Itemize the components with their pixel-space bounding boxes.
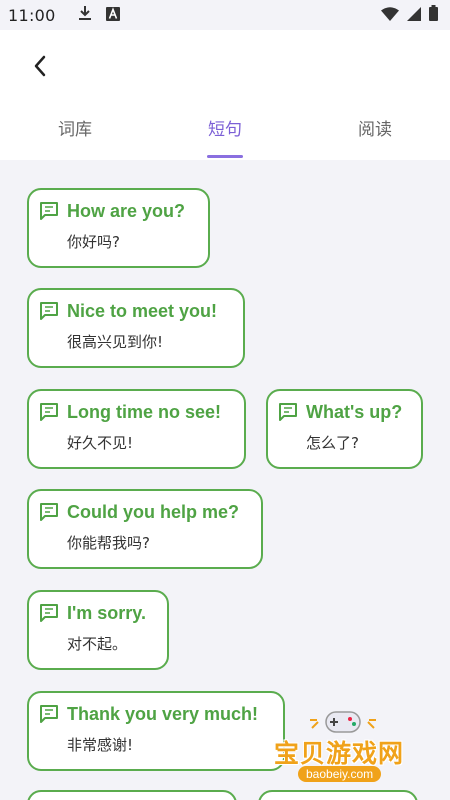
phrase-english: Long time no see! <box>67 401 222 422</box>
phrase-card[interactable]: Long time no see! 好久不见! <box>27 389 246 469</box>
phrase-card[interactable]: I'm sorry. 对不起。 <box>27 590 169 670</box>
message-icon <box>40 503 58 521</box>
message-icon <box>40 604 58 622</box>
phrase-card[interactable]: Could you help me? 你能帮我吗? <box>27 489 263 569</box>
message-icon <box>40 705 58 723</box>
phrase-list: How are you? 你好吗? Nice to meet you! 很高兴见… <box>0 160 450 800</box>
phrase-chinese: 很高兴见到你! <box>67 333 164 351</box>
phrase-english: Nice to meet you! <box>67 300 218 321</box>
back-button[interactable] <box>22 48 58 84</box>
tab-phrases-label: 短句 <box>208 120 242 140</box>
chevron-left-icon <box>34 55 46 77</box>
phrase-card[interactable]: Nice to meet you! 很高兴见到你! <box>27 288 245 368</box>
phrase-chinese: 你能帮我吗? <box>67 534 150 552</box>
phrase-chinese: 怎么了? <box>306 434 359 452</box>
message-icon <box>40 202 58 220</box>
download-icon <box>78 5 92 25</box>
phrase-card-partial[interactable] <box>258 790 418 800</box>
phrase-english: How are you? <box>67 200 186 221</box>
phrase-card-partial[interactable] <box>27 790 237 800</box>
phrase-english: What's up? <box>306 401 403 422</box>
phrase-chinese: 你好吗? <box>67 233 120 251</box>
status-bar: 11:00 <box>0 0 450 30</box>
phrase-chinese: 对不起。 <box>67 635 128 653</box>
message-icon <box>279 403 297 421</box>
a-letter-icon <box>105 6 120 25</box>
signal-icon <box>407 6 421 25</box>
tab-phrases[interactable]: 短句 <box>165 110 285 160</box>
battery-icon <box>429 5 438 25</box>
phrase-card[interactable]: Thank you very much! 非常感谢! <box>27 691 285 771</box>
phrase-card[interactable]: How are you? 你好吗? <box>27 188 210 268</box>
wifi-icon <box>381 6 399 25</box>
message-icon <box>40 403 58 421</box>
header: 词库 短句 阅读 <box>0 30 450 160</box>
tab-active-indicator <box>207 155 243 158</box>
phrase-card[interactable]: What's up? 怎么了? <box>266 389 423 469</box>
tab-bar: 词库 短句 阅读 <box>0 110 450 160</box>
phrase-english: I'm sorry. <box>67 602 146 623</box>
tab-reading[interactable]: 阅读 <box>315 110 435 160</box>
status-time: 11:00 <box>8 5 56 25</box>
phrase-chinese: 非常感谢! <box>67 736 134 754</box>
phrase-english: Could you help me? <box>67 501 240 522</box>
tab-vocabulary[interactable]: 词库 <box>15 110 135 160</box>
message-icon <box>40 302 58 320</box>
phrase-english: Thank you very much! <box>67 703 259 724</box>
phrase-chinese: 好久不见! <box>67 434 134 452</box>
